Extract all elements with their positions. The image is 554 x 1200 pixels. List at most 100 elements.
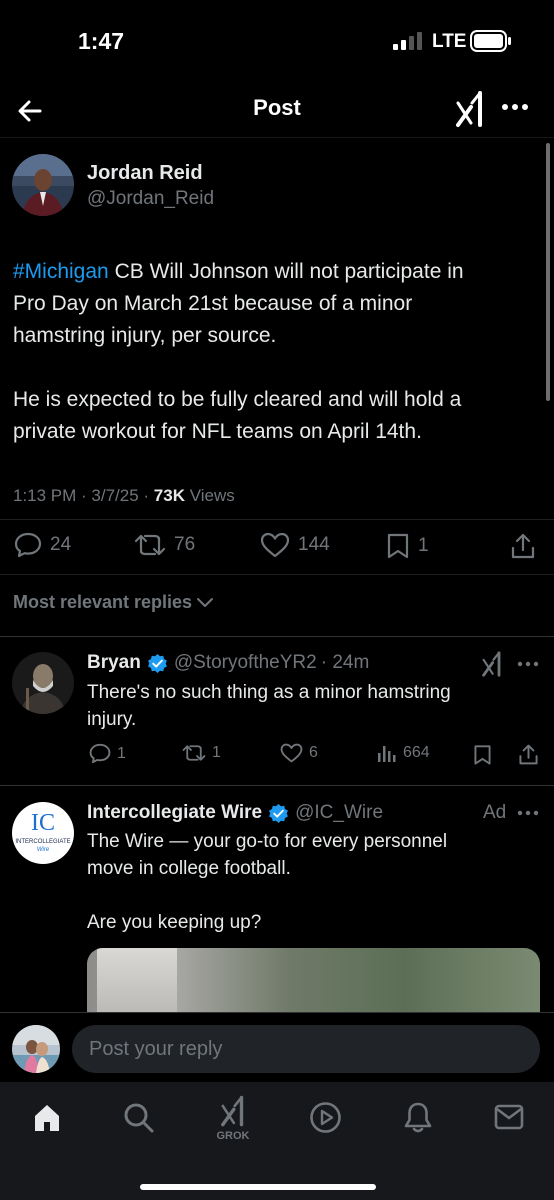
reply-time: · 24m [320,652,370,673]
verified-badge-icon [269,803,289,823]
tab-home[interactable] [31,1102,63,1134]
bookmark-icon [387,533,409,559]
reply-author-avatar[interactable] [12,652,74,714]
post-meta: 1:13 PM · 3/7/25 · 73K Views [13,486,235,506]
replies-filter-label: Most relevant replies [13,592,193,612]
ad-label: Ad [483,802,507,823]
ad-text-line-1: The Wire — your go-to for every personne… [87,831,448,852]
reply-author-handle[interactable]: @StoryoftheYR2 [174,652,317,674]
header: Post [0,85,554,137]
reply-input-placeholder: Post your reply [89,1038,223,1060]
reply-icon [89,743,111,764]
reply-input[interactable]: Post your reply [72,1025,540,1073]
verified-badge-icon [147,653,167,673]
mail-icon [494,1104,524,1130]
more-icon [517,810,539,816]
post-author-handle[interactable]: @Jordan_Reid [87,188,214,210]
reply-repost-button[interactable]: 1 [182,743,221,763]
more-options-button[interactable] [500,97,530,117]
grok-icon [482,651,501,677]
reply-grok-button[interactable] [478,650,506,678]
reply-share-button[interactable] [518,743,539,766]
scrollbar[interactable] [546,143,550,401]
post-author-name[interactable]: Jordan Reid [87,162,203,185]
reply-repost-count: 1 [212,744,221,761]
reply-reply-button[interactable]: 1 [89,743,126,764]
more-icon [517,661,539,667]
post-reply-button[interactable]: 24 [14,532,71,558]
ad-author-name[interactable]: Intercollegiate Wire [87,802,262,824]
grok-button[interactable] [452,89,488,129]
ad-author-handle[interactable]: @IC_Wire [295,802,383,824]
post-views-label: Views [184,486,235,505]
reply-icon [14,532,42,558]
post-like-count: 144 [298,534,330,555]
play-circle-icon [310,1102,341,1133]
post-views-count: 73K [153,486,185,505]
repost-icon [182,745,206,761]
tab-video[interactable] [309,1101,342,1134]
status-bar: 1:47 LTE [0,0,554,85]
post-text-line-3: hamstring injury, per source. [13,324,277,347]
analytics-icon [378,746,396,762]
current-user-avatar[interactable] [12,1025,60,1073]
status-time: 1:47 [78,28,125,54]
reply-composer-bar: Post your reply [0,1012,554,1083]
network-label: LTE [432,31,467,52]
reply-author-name[interactable]: Bryan [87,652,141,674]
post-timestamp: 1:13 PM · 3/7/25 · [13,486,154,505]
post-repost-count: 76 [174,534,196,555]
grok-icon [221,1095,244,1127]
more-icon [502,104,528,110]
reply-text-line-2: injury. [87,709,137,730]
post-text-line-2: Pro Day on March 21st because of a minor [13,292,413,315]
ad-text-line-2: move in college football. [87,858,291,879]
battery-icon [470,30,512,52]
tab-notifications[interactable] [403,1101,433,1134]
home-icon [35,1105,59,1131]
reply-views-count: 664 [403,744,430,761]
post-text-line-5: private workout for NFL teams on April 1… [13,420,422,443]
post-bookmark-button[interactable]: 1 [386,532,429,560]
ad-text: The Wire — your go-to for every personne… [87,828,537,936]
ad-text-line-3: Are you keeping up? [87,912,262,933]
ad-media-image[interactable] [87,948,540,1018]
reply-reply-count: 1 [117,744,126,762]
ad-logo-initials: IC [31,810,55,836]
reply-bookmark-button[interactable] [473,744,492,766]
bell-icon [404,1102,432,1133]
heart-icon [280,743,303,763]
home-indicator [140,1184,376,1190]
search-icon [124,1103,154,1133]
ad-more-button[interactable] [516,806,540,820]
post-text: #Michigan CB Will Johnson will not parti… [13,256,543,448]
post-text-line-4: He is expected to be fully cleared and w… [13,388,462,411]
reply-like-count: 6 [309,744,318,761]
hashtag-link[interactable]: #Michigan [13,260,109,283]
tab-messages[interactable] [494,1103,524,1131]
repost-icon [134,534,166,556]
ad-author-avatar[interactable]: IC INTERCOLLEGIATE Wire [12,802,74,864]
post-reply-count: 24 [50,534,72,555]
reply-more-button[interactable] [516,657,540,671]
post-like-button[interactable]: 144 [260,532,330,558]
replies-filter-dropdown[interactable]: Most relevant replies [13,592,214,613]
post-text-line-1-rest: CB Will Johnson will not participate in [108,260,464,283]
ad-header: Intercollegiate Wire @IC_Wire [87,802,383,824]
reply-text-line-1: There's no such thing as a minor hamstri… [87,682,451,703]
tab-bar: GROK [0,1082,554,1200]
signal-icon [393,32,425,50]
reply-text: There's no such thing as a minor hamstri… [87,679,537,733]
post-share-button[interactable] [510,532,536,560]
tab-search[interactable] [123,1102,155,1134]
reply-header: Bryan @StoryoftheYR2 · 24m [87,652,369,674]
ad-logo-line-1: INTERCOLLEGIATE [15,839,71,845]
tab-grok[interactable]: GROK [210,1094,256,1144]
reply-views-button[interactable]: 664 [377,743,430,763]
heart-icon [260,532,290,558]
post-repost-button[interactable]: 76 [134,532,195,558]
chevron-down-icon [197,597,214,607]
reply-like-button[interactable]: 6 [280,743,318,763]
post-author-avatar[interactable] [12,154,74,216]
post-bookmark-count: 1 [418,535,429,556]
